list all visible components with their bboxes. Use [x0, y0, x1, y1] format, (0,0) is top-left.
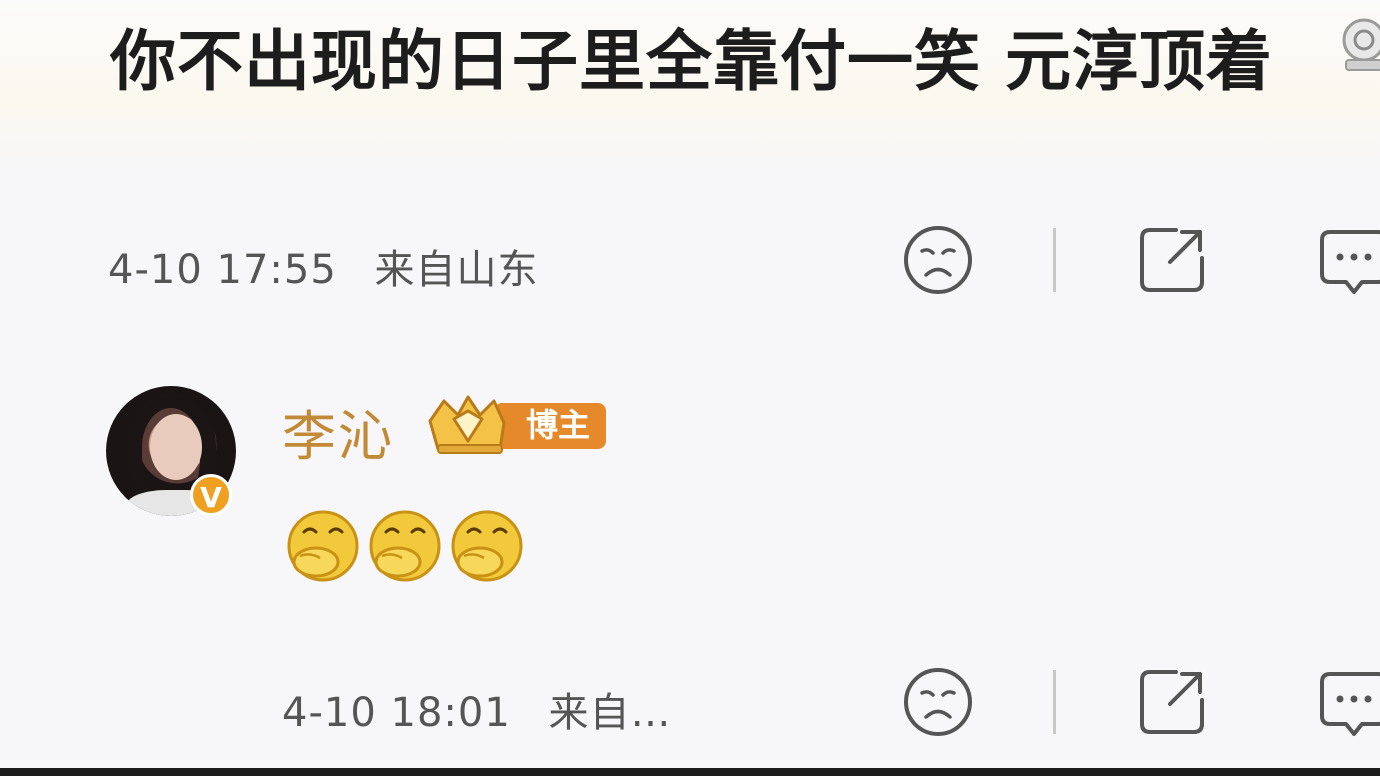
- blogger-label: 博主: [525, 406, 590, 444]
- post-location: 来自山东: [374, 247, 539, 293]
- post-text: 你不出现的日子里全靠付一笑 元淳顶着: [110, 23, 1273, 100]
- action-divider: [1053, 670, 1056, 734]
- post-timestamp: 4-10 17:55: [108, 247, 337, 293]
- action-divider: [1053, 228, 1056, 292]
- bottom-edge: [0, 768, 1380, 776]
- laugh-cover-mouth-emoji: [287, 510, 359, 582]
- comment-icon[interactable]: [1318, 668, 1380, 740]
- share-icon[interactable]: [1136, 666, 1208, 738]
- blogger-badge: 博主: [424, 393, 610, 459]
- laugh-cover-mouth-emoji: [451, 510, 523, 582]
- comment-username[interactable]: 李沁: [282, 392, 394, 471]
- sad-face-icon[interactable]: [902, 224, 974, 296]
- comment-location: 来自…: [548, 690, 672, 736]
- comment-meta: 4-10 18:01 来自…: [282, 680, 672, 738]
- medal-icon: [1342, 18, 1380, 71]
- post-meta: 4-10 17:55 来自山东: [108, 237, 539, 295]
- avatar-face: [150, 414, 202, 480]
- sad-face-icon[interactable]: [902, 666, 974, 738]
- share-icon[interactable]: [1136, 224, 1208, 296]
- verified-badge: V: [190, 474, 232, 516]
- comment-timestamp: 4-10 18:01: [282, 690, 511, 736]
- laugh-cover-mouth-emoji: [369, 510, 441, 582]
- comment-icon[interactable]: [1318, 226, 1380, 298]
